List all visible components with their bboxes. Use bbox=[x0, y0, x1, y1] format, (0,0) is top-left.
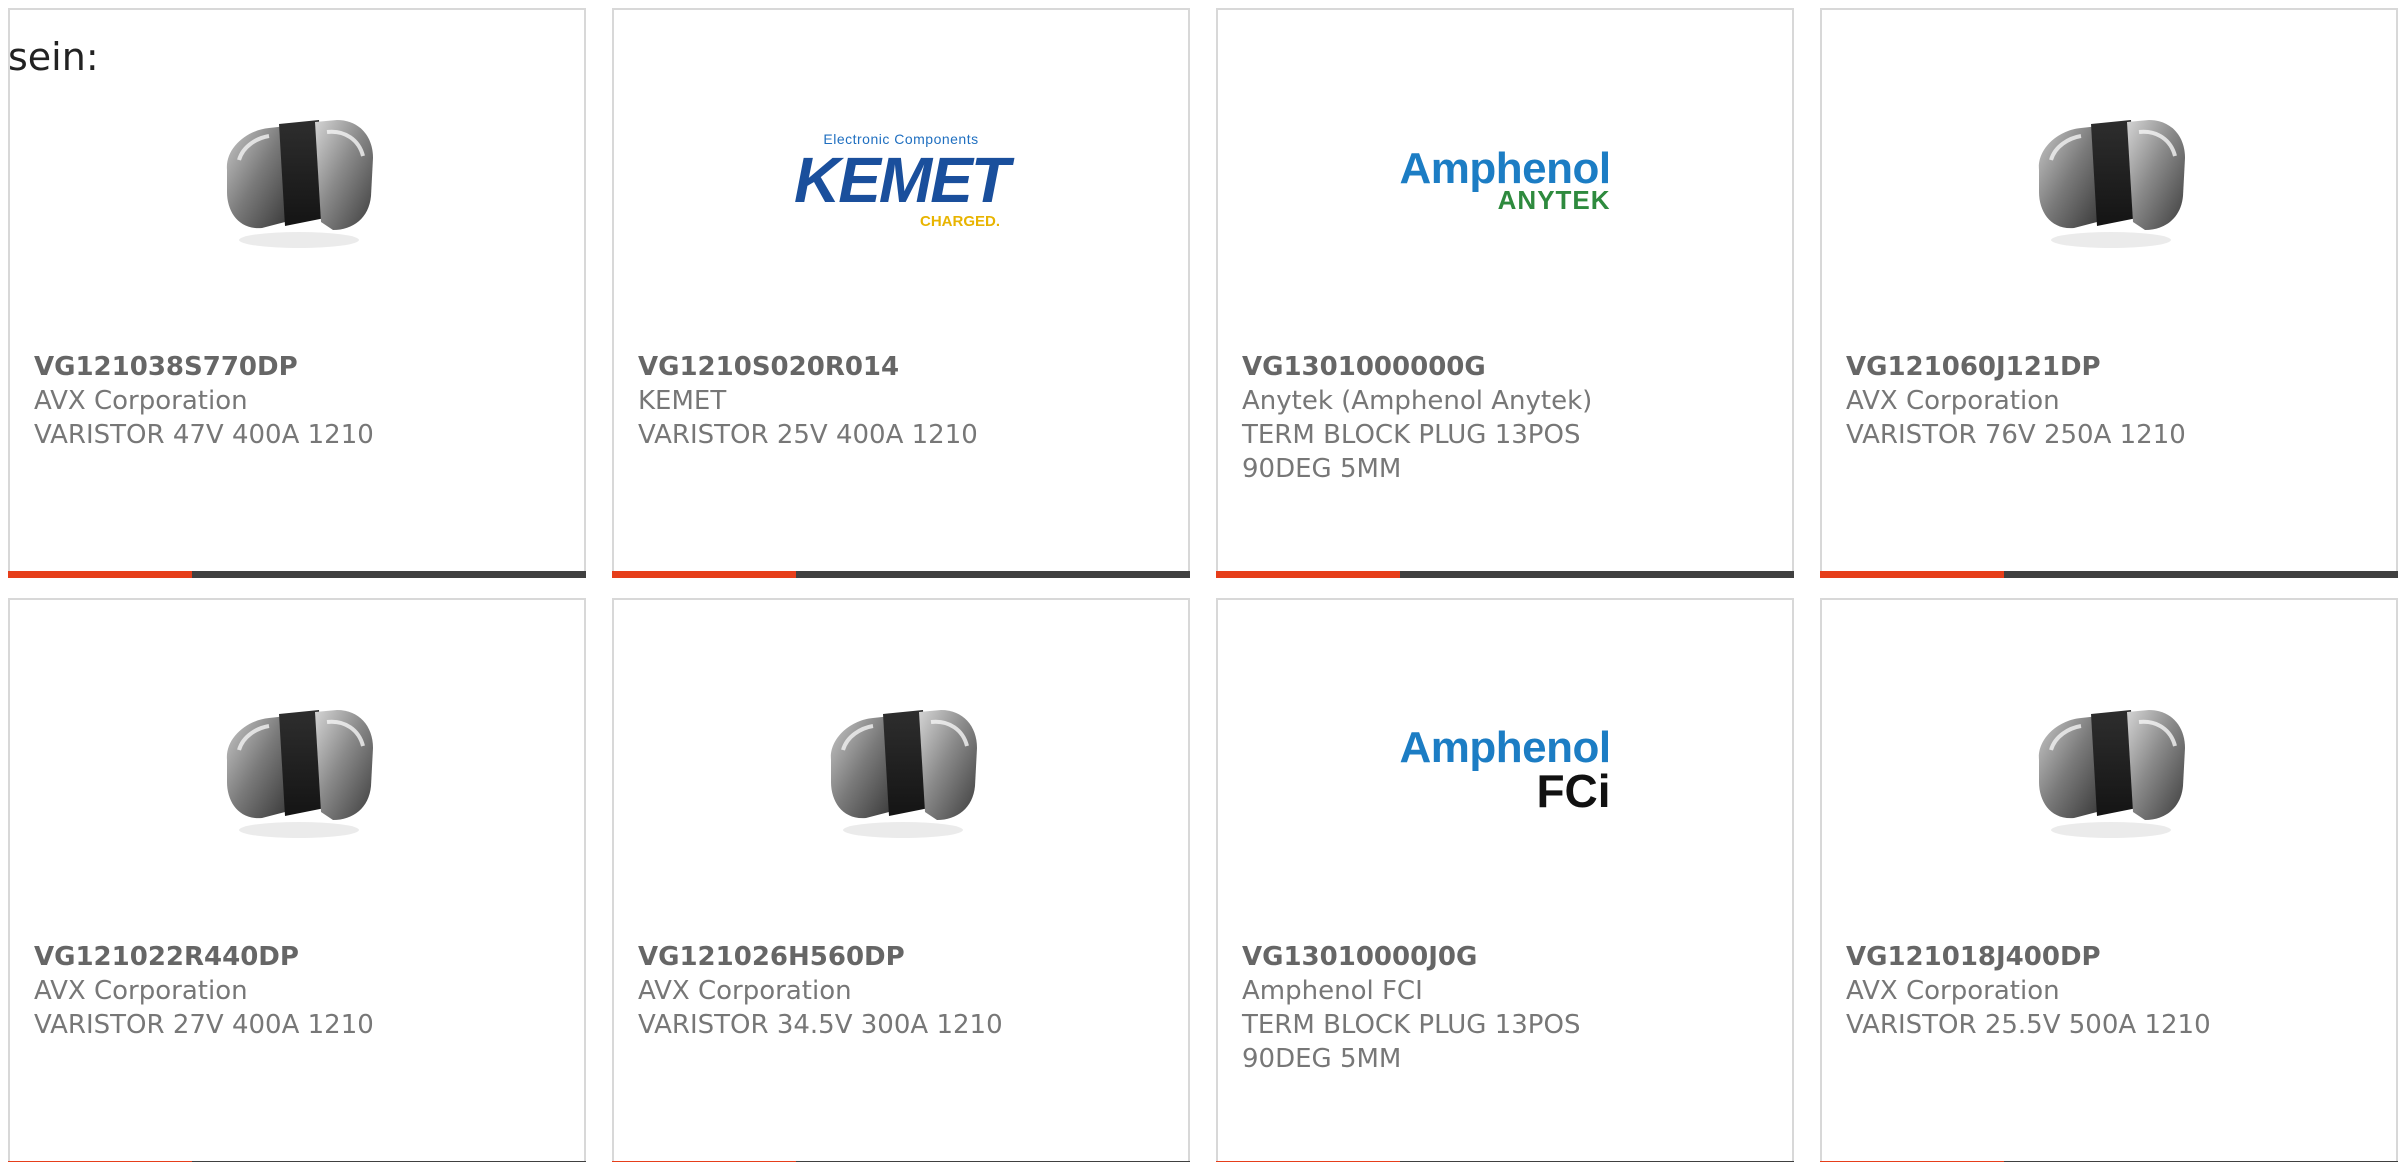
card-accent-bar bbox=[612, 571, 796, 578]
product-card[interactable]: VG121026H560DP AVX Corporation VARISTOR 34… bbox=[612, 598, 1190, 1162]
product-sku[interactable]: VG121038S770DP bbox=[34, 350, 560, 384]
product-sku[interactable]: VG1210S020R014 bbox=[638, 350, 1164, 384]
product-sku[interactable]: VG121060J121DP bbox=[1846, 350, 2372, 384]
product-description: VARISTOR 25V 400A 1210 bbox=[638, 420, 978, 450]
product-grid-page: sein: VG121038S770DP AVX Corporation VAR… bbox=[0, 0, 2400, 1162]
product-info: VG1301000000G Anytek (Amphenol Anytek) TER… bbox=[1242, 350, 1768, 486]
amphenol-fci-logo: Amphenol FCi bbox=[1399, 670, 1611, 870]
product-info: VG121038S770DP AVX Corporation VARISTOR 47… bbox=[34, 350, 560, 452]
product-info: VG1210S020R014 KEMET VARISTOR 25V 400A 121… bbox=[638, 350, 1164, 452]
card-bottom-bar bbox=[1820, 571, 2398, 578]
product-manufacturer: AVX Corporation bbox=[638, 976, 852, 1006]
product-card[interactable]: VG121060J121DP AVX Corporation VARISTOR 76… bbox=[1820, 8, 2398, 578]
varistor-chip-icon bbox=[2009, 670, 2209, 870]
product-card[interactable]: VG121018J400DP AVX Corporation VARISTOR 25… bbox=[1820, 598, 2398, 1162]
card-bottom-bar bbox=[612, 571, 1190, 578]
product-info: VG121022R440DP AVX Corporation VARISTOR 27… bbox=[34, 940, 560, 1042]
product-description: VARISTOR 27V 400A 1210 bbox=[34, 1010, 374, 1040]
product-description: TERM BLOCK PLUG 13POS 90DEG 5MM bbox=[1242, 420, 1581, 484]
product-manufacturer: AVX Corporation bbox=[34, 386, 248, 416]
product-info: VG121060J121DP AVX Corporation VARISTOR 76… bbox=[1846, 350, 2372, 452]
product-grid: VG121038S770DP AVX Corporation VARISTOR 47… bbox=[8, 8, 2400, 1162]
kemet-logo: Electronic Components KEMET CHARGED. bbox=[794, 80, 1010, 280]
product-card[interactable]: Amphenol FCi VG13010000J0G Amphenol FCI TERM… bbox=[1216, 598, 1794, 1162]
kemet-logo-subline: CHARGED. bbox=[919, 212, 1000, 230]
card-accent-bar bbox=[1820, 571, 2004, 578]
product-manufacturer: AVX Corporation bbox=[1846, 386, 2060, 416]
card-bottom-bar bbox=[1216, 571, 1794, 578]
varistor-chip-icon bbox=[2009, 80, 2209, 280]
card-bottom-bar bbox=[8, 571, 586, 578]
fci-logo-subline: FCi bbox=[1536, 765, 1611, 817]
product-sku[interactable]: VG1301000000G bbox=[1242, 350, 1768, 384]
product-manufacturer: KEMET bbox=[638, 386, 727, 416]
product-manufacturer: Anytek (Amphenol Anytek) bbox=[1242, 386, 1593, 416]
product-description: VARISTOR 34.5V 300A 1210 bbox=[638, 1010, 1003, 1040]
amphenol-anytek-logo: Amphenol ANYTEK bbox=[1399, 80, 1611, 280]
product-card[interactable]: Electronic Components KEMET CHARGED. VG1210… bbox=[612, 8, 1190, 578]
varistor-chip-icon bbox=[801, 670, 1001, 870]
product-manufacturer: Amphenol FCI bbox=[1242, 976, 1423, 1006]
product-info: VG121018J400DP AVX Corporation VARISTOR 25… bbox=[1846, 940, 2372, 1042]
intro-text: sein: bbox=[8, 35, 99, 79]
amphenol-logo-wordmark: Amphenol bbox=[1399, 723, 1611, 772]
card-accent-bar bbox=[1216, 571, 1400, 578]
product-info: VG121026H560DP AVX Corporation VARISTOR 34… bbox=[638, 940, 1164, 1042]
product-info: VG13010000J0G Amphenol FCI TERM BLOCK PLUG… bbox=[1242, 940, 1768, 1076]
product-sku[interactable]: VG13010000J0G bbox=[1242, 940, 1768, 974]
product-description: VARISTOR 25.5V 500A 1210 bbox=[1846, 1010, 2211, 1040]
product-description: TERM BLOCK PLUG 13POS 90DEG 5MM bbox=[1242, 1010, 1581, 1074]
product-manufacturer: AVX Corporation bbox=[1846, 976, 2060, 1006]
product-card[interactable]: Amphenol ANYTEK VG1301000000G Anytek (Amphe… bbox=[1216, 8, 1794, 578]
product-description: VARISTOR 76V 250A 1210 bbox=[1846, 420, 2186, 450]
varistor-chip-icon bbox=[197, 670, 397, 870]
product-description: VARISTOR 47V 400A 1210 bbox=[34, 420, 374, 450]
product-manufacturer: AVX Corporation bbox=[34, 976, 248, 1006]
card-accent-bar bbox=[8, 571, 192, 578]
product-sku[interactable]: VG121026H560DP bbox=[638, 940, 1164, 974]
product-sku[interactable]: VG121018J400DP bbox=[1846, 940, 2372, 974]
product-card[interactable]: VG121038S770DP AVX Corporation VARISTOR 47… bbox=[8, 8, 586, 578]
varistor-chip-icon bbox=[197, 80, 397, 280]
product-sku[interactable]: VG121022R440DP bbox=[34, 940, 560, 974]
product-card[interactable]: VG121022R440DP AVX Corporation VARISTOR 27… bbox=[8, 598, 586, 1162]
kemet-logo-wordmark: KEMET bbox=[794, 143, 1010, 216]
